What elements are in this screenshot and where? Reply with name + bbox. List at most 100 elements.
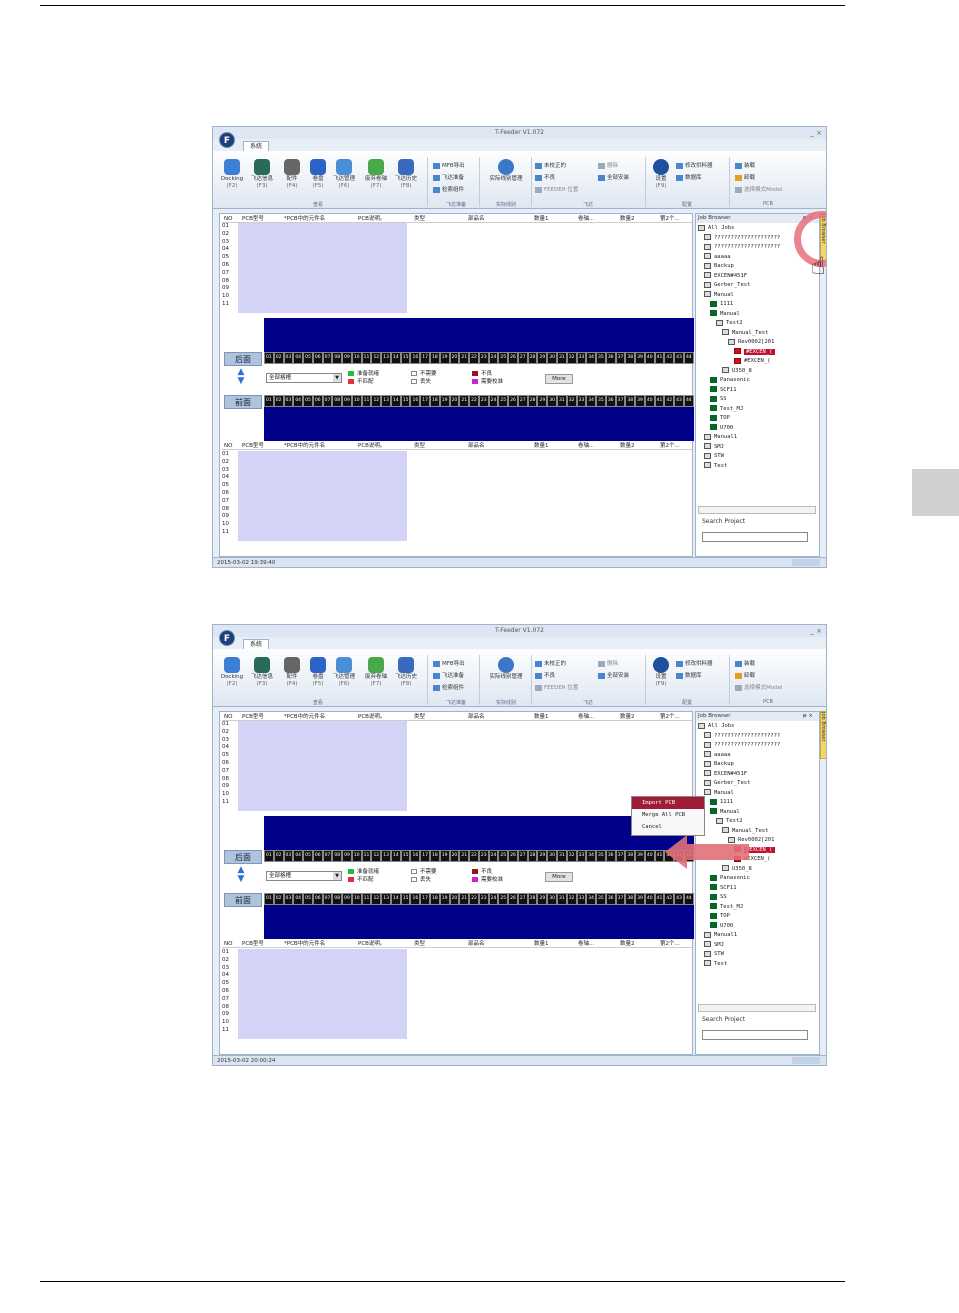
- install-all-button[interactable]: 全部安装: [598, 173, 629, 181]
- ribbon-button-6[interactable]: 飞达历史 (F8): [391, 657, 421, 688]
- feeder-slot[interactable]: 43: [674, 352, 684, 364]
- tree-node[interactable]: SCF11: [698, 884, 816, 894]
- feeder-slot[interactable]: 17: [420, 395, 431, 407]
- tree-node[interactable]: Manual: [698, 808, 816, 818]
- tree-node[interactable]: Manual_Test: [698, 329, 816, 339]
- rear-label[interactable]: 后面: [224, 352, 262, 366]
- tree-node[interactable]: Test2: [698, 319, 816, 329]
- feeder-slot[interactable]: 19: [439, 352, 450, 364]
- tree-node[interactable]: Manual: [698, 789, 816, 799]
- context-menu-item[interactable]: Merge All PCB: [632, 809, 704, 821]
- feeder-slot[interactable]: 10: [351, 893, 362, 905]
- feeder-slot[interactable]: 31: [556, 352, 567, 364]
- feeder-slot[interactable]: 09: [342, 850, 352, 862]
- feeder-slot[interactable]: 28: [527, 850, 538, 862]
- feeder-slot[interactable]: 39: [635, 850, 645, 862]
- rear-label[interactable]: 后面: [224, 850, 262, 864]
- feeder-slot[interactable]: 03: [283, 352, 294, 364]
- feeder-slot[interactable]: 35: [596, 352, 606, 364]
- feeder-slot[interactable]: 31: [556, 850, 567, 862]
- tree-node[interactable]: STW: [698, 452, 816, 462]
- feeder-slot[interactable]: 17: [420, 352, 431, 364]
- feeder-slot[interactable]: 42: [664, 352, 675, 364]
- feeder-slot[interactable]: 16: [410, 850, 421, 862]
- grid-column-header[interactable]: PCB说明。: [358, 940, 385, 948]
- feeder-slot[interactable]: 15: [400, 352, 411, 364]
- feeder-slot[interactable]: 21: [459, 893, 470, 905]
- feeder-position-button[interactable]: FEEDER 位置: [535, 683, 578, 691]
- context-menu-item[interactable]: Import PCB: [632, 797, 704, 809]
- grid-column-header[interactable]: PCB型号: [242, 940, 264, 948]
- tree-node[interactable]: Gerber_Test: [698, 281, 816, 291]
- feeder-slot[interactable]: 13: [381, 893, 391, 905]
- tree-node[interactable]: Backup: [698, 262, 816, 272]
- ribbon-button-6[interactable]: 飞达历史 (F8): [391, 159, 421, 190]
- front-label[interactable]: 前面: [224, 893, 262, 907]
- tree-node[interactable]: All Jobs: [698, 722, 816, 732]
- grid-column-header[interactable]: PCB说明。: [358, 442, 385, 450]
- feeder-slot[interactable]: 21: [459, 850, 470, 862]
- tree-node[interactable]: Rev0002[201: [698, 338, 816, 348]
- grid-column-header[interactable]: NO: [224, 442, 232, 450]
- mfb-export-button[interactable]: MFB导出: [433, 161, 465, 169]
- feeder-slot[interactable]: 28: [527, 395, 538, 407]
- grid-column-header[interactable]: 卷轴...: [578, 713, 594, 721]
- feeder-slot[interactable]: 25: [498, 395, 509, 407]
- feeder-slot[interactable]: 29: [537, 395, 548, 407]
- feeder-slot[interactable]: 27: [517, 352, 528, 364]
- grid-column-header[interactable]: NO: [224, 713, 232, 721]
- feeder-slot[interactable]: 18: [430, 893, 440, 905]
- grid-column-header[interactable]: PCB型号: [242, 442, 264, 450]
- feeder-slot[interactable]: 33: [576, 395, 587, 407]
- zoom-control[interactable]: [792, 559, 820, 566]
- feeder-slot[interactable]: 01: [264, 395, 274, 407]
- grid-column-header[interactable]: *PCB中的元件名: [284, 215, 325, 223]
- feeder-slot[interactable]: 23: [478, 352, 489, 364]
- feeder-slot[interactable]: 20: [449, 893, 460, 905]
- ribbon-button-0[interactable]: Docking (F2): [217, 657, 247, 688]
- tree-node[interactable]: SMJ: [698, 443, 816, 453]
- tree-node[interactable]: U350_8: [698, 367, 816, 377]
- feeder-slot[interactable]: 41: [654, 395, 665, 407]
- tree-node[interactable]: TOP: [698, 414, 816, 424]
- swap-arrows-icon[interactable]: ▲ ▼: [234, 368, 248, 388]
- feeder-slot[interactable]: 13: [381, 395, 391, 407]
- feeder-slot[interactable]: 36: [605, 893, 616, 905]
- swap-arrows-icon[interactable]: ▲ ▼: [234, 866, 248, 886]
- feeder-slot[interactable]: 05: [303, 352, 313, 364]
- tree-node[interactable]: EXCEN#451F: [698, 272, 816, 282]
- grid-column-header[interactable]: PCB型号: [242, 713, 264, 721]
- tree-node[interactable]: 1111: [698, 798, 816, 808]
- grid-column-header[interactable]: 第2个...: [660, 940, 680, 948]
- grid-column-header[interactable]: PCB型号: [242, 215, 264, 223]
- window-controls[interactable]: _ ×: [810, 625, 822, 637]
- feeder-slot[interactable]: 14: [390, 850, 401, 862]
- feeder-slot[interactable]: 32: [566, 893, 577, 905]
- feeder-slot[interactable]: 09: [342, 352, 352, 364]
- feeder-slot[interactable]: 40: [644, 850, 655, 862]
- feeder-slot[interactable]: 16: [410, 893, 421, 905]
- feeder-slot[interactable]: 09: [342, 395, 352, 407]
- feeder-slot[interactable]: 11: [361, 352, 372, 364]
- feeder-slot[interactable]: 07: [322, 352, 333, 364]
- load-pcb-button[interactable]: 装载: [735, 161, 755, 169]
- feeder-slot[interactable]: 06: [312, 850, 323, 862]
- tree-node[interactable]: SCF11: [698, 386, 816, 396]
- tree-node[interactable]: SMJ: [698, 941, 816, 951]
- feeder-slot[interactable]: 02: [273, 850, 284, 862]
- app-logo[interactable]: F: [219, 630, 235, 646]
- grid-column-header[interactable]: NO: [224, 215, 232, 223]
- tree-node[interactable]: Test: [698, 960, 816, 970]
- feeder-slot[interactable]: 25: [498, 893, 509, 905]
- grid-column-header[interactable]: 数量1: [534, 713, 549, 721]
- grid-column-header[interactable]: 第2个...: [660, 215, 680, 223]
- tree-node[interactable]: Manual: [698, 291, 816, 301]
- ribbon-button-4[interactable]: 飞达管理 (F6): [329, 657, 359, 688]
- feeder-slot[interactable]: 12: [371, 850, 382, 862]
- feeder-slot[interactable]: 15: [400, 893, 411, 905]
- feeder-slot[interactable]: 36: [605, 850, 616, 862]
- tree-scrollbar[interactable]: [698, 506, 816, 514]
- feeder-slot[interactable]: 03: [283, 893, 294, 905]
- feeder-slot[interactable]: 14: [390, 352, 401, 364]
- grid-column-header[interactable]: *PCB中的元件名: [284, 442, 325, 450]
